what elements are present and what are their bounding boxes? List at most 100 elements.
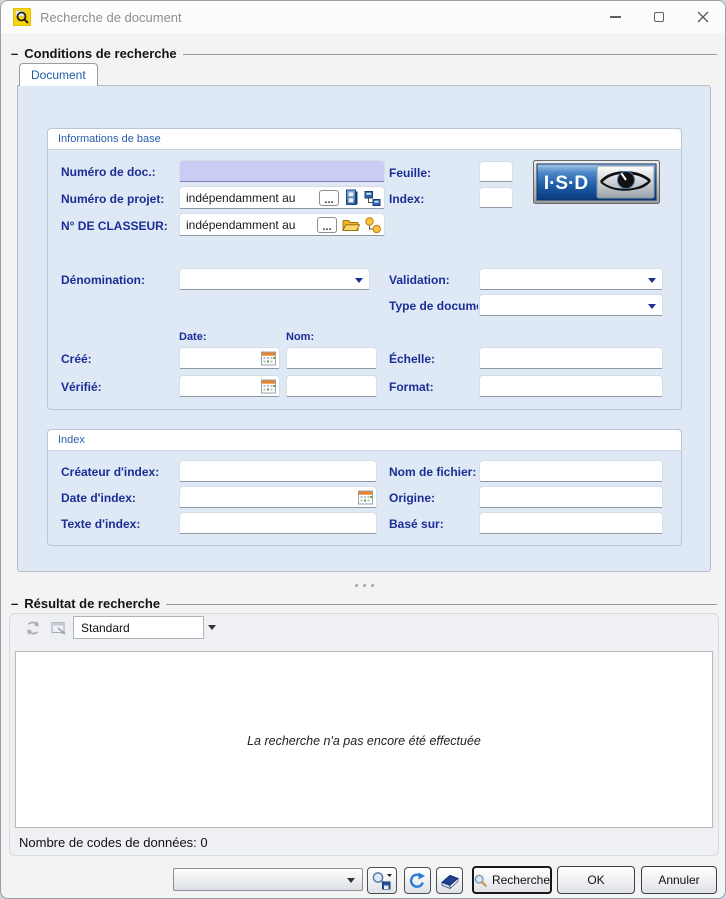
index-header: Index <box>48 430 681 451</box>
date-column-header: Date: <box>179 331 207 343</box>
tab-document[interactable]: Document <box>19 63 98 86</box>
maximize-icon <box>654 12 664 22</box>
isd-logo-text: I·S·D <box>544 173 588 194</box>
feuille-field[interactable] <box>479 161 513 182</box>
dialog-window: Recherche de document – Conditions de re… <box>0 0 726 899</box>
verifie-nom-field[interactable] <box>286 375 377 397</box>
clear-button[interactable] <box>436 867 463 894</box>
project-number-value: indépendamment au <box>186 190 296 205</box>
recherche-button[interactable]: Recherche <box>472 866 552 894</box>
minimize-icon <box>609 16 621 18</box>
cree-nom-field[interactable] <box>286 347 377 369</box>
maximize-button[interactable] <box>637 1 681 33</box>
conditions-group-label: Conditions de recherche <box>24 46 177 61</box>
search-save-button[interactable] <box>367 867 397 894</box>
close-button[interactable] <box>681 1 725 33</box>
classeur-browse-button[interactable]: ... <box>317 216 337 233</box>
validation-label: Validation: <box>389 273 450 287</box>
calendar-icon[interactable] <box>261 379 276 394</box>
doc-number-label: Numéro de doc.: <box>61 165 156 179</box>
classeur-label: N° DE CLASSEUR: <box>61 219 168 233</box>
filename-label: Nom de fichier: <box>389 465 477 479</box>
refresh-icon <box>27 621 39 635</box>
index-label: Index: <box>389 192 425 206</box>
base-sur-field[interactable] <box>479 512 663 534</box>
classeur-folder-icon[interactable] <box>342 218 360 232</box>
doc-number-field[interactable] <box>179 160 385 182</box>
recherche-button-label: Recherche <box>491 873 550 887</box>
window-title: Recherche de document <box>40 9 182 25</box>
feuille-label: Feuille: <box>389 166 432 180</box>
denomination-combo[interactable] <box>179 268 370 290</box>
chevron-down-icon <box>648 278 656 283</box>
calendar-icon[interactable] <box>261 351 276 366</box>
conditions-group-header: – Conditions de recherche <box>11 46 717 61</box>
refresh-button[interactable] <box>404 867 431 894</box>
index-field[interactable] <box>479 187 513 208</box>
refresh-results-button[interactable] <box>21 616 45 640</box>
chevron-down-icon <box>648 304 656 309</box>
project-number-field[interactable]: indépendamment au ... <box>179 186 385 209</box>
project-browse-button[interactable]: ... <box>319 189 339 206</box>
tab-document-label: Document <box>31 68 86 82</box>
search-save-icon <box>372 872 392 890</box>
origine-label: Origine: <box>389 491 436 505</box>
splitter-dot <box>370 584 374 587</box>
index-text-field[interactable] <box>179 512 377 534</box>
project-database-icon[interactable] <box>344 189 359 206</box>
filename-field[interactable] <box>479 460 663 482</box>
group-dash: – <box>11 596 19 611</box>
index-date-field[interactable] <box>179 486 377 508</box>
index-text-label: Texte d'index: <box>61 517 141 531</box>
ok-button[interactable]: OK <box>557 866 635 894</box>
view-combo[interactable]: Standard <box>73 616 204 639</box>
result-view-button[interactable] <box>47 616 71 640</box>
format-field[interactable] <box>479 375 663 397</box>
doc-type-combo[interactable] <box>479 294 663 316</box>
chevron-down-icon <box>347 878 355 883</box>
classeur-structure-icon[interactable] <box>365 216 381 233</box>
doc-type-label: Type de docume <box>389 299 478 313</box>
verifie-label: Vérifié: <box>61 380 102 394</box>
cree-date-field[interactable] <box>179 347 280 369</box>
index-date-label: Date d'index: <box>61 491 136 505</box>
annuler-button-label: Annuler <box>658 873 700 887</box>
project-number-label: Numéro de projet: <box>61 192 165 206</box>
chevron-down-icon <box>355 278 363 283</box>
result-list[interactable]: La recherche n'a pas encore été effectué… <box>15 651 713 828</box>
title-bar: Recherche de document <box>1 1 725 33</box>
splitter-dot <box>354 584 358 587</box>
saved-search-combo[interactable] <box>173 868 363 891</box>
base-sur-label: Basé sur: <box>389 517 444 531</box>
echelle-field[interactable] <box>479 347 663 369</box>
refresh-icon <box>409 872 425 888</box>
splitter-handle[interactable] <box>335 581 393 590</box>
results-group-header: – Résultat de recherche <box>11 596 717 611</box>
verifie-date-field[interactable] <box>179 375 280 397</box>
classeur-value: indépendamment au <box>186 217 296 232</box>
echelle-label: Échelle: <box>389 352 436 366</box>
magnifier-icon <box>474 874 487 887</box>
result-count-status: Nombre de codes de données: 0 <box>19 835 208 850</box>
ok-button-label: OK <box>587 873 605 887</box>
close-icon <box>697 11 709 23</box>
results-group-label: Résultat de recherche <box>24 596 161 611</box>
validation-combo[interactable] <box>479 268 663 290</box>
minimize-button[interactable] <box>593 1 637 33</box>
isd-logo: I·S·D <box>533 160 660 204</box>
classeur-field[interactable]: indépendamment au ... <box>179 213 385 236</box>
app-icon <box>13 8 31 26</box>
calendar-icon[interactable] <box>358 490 373 505</box>
view-combo-value: Standard <box>81 620 130 635</box>
window-view-icon <box>51 622 66 635</box>
index-creator-label: Créateur d'index: <box>61 465 160 479</box>
base-info-header: Informations de base <box>48 129 681 150</box>
index-creator-field[interactable] <box>179 460 377 482</box>
splitter-dot <box>362 584 366 587</box>
origine-field[interactable] <box>479 486 663 508</box>
nom-column-header: Nom: <box>286 331 315 343</box>
cree-label: Créé: <box>61 352 92 366</box>
project-structure-icon[interactable] <box>364 190 381 206</box>
annuler-button[interactable]: Annuler <box>641 866 717 894</box>
chevron-down-icon[interactable] <box>208 625 216 630</box>
